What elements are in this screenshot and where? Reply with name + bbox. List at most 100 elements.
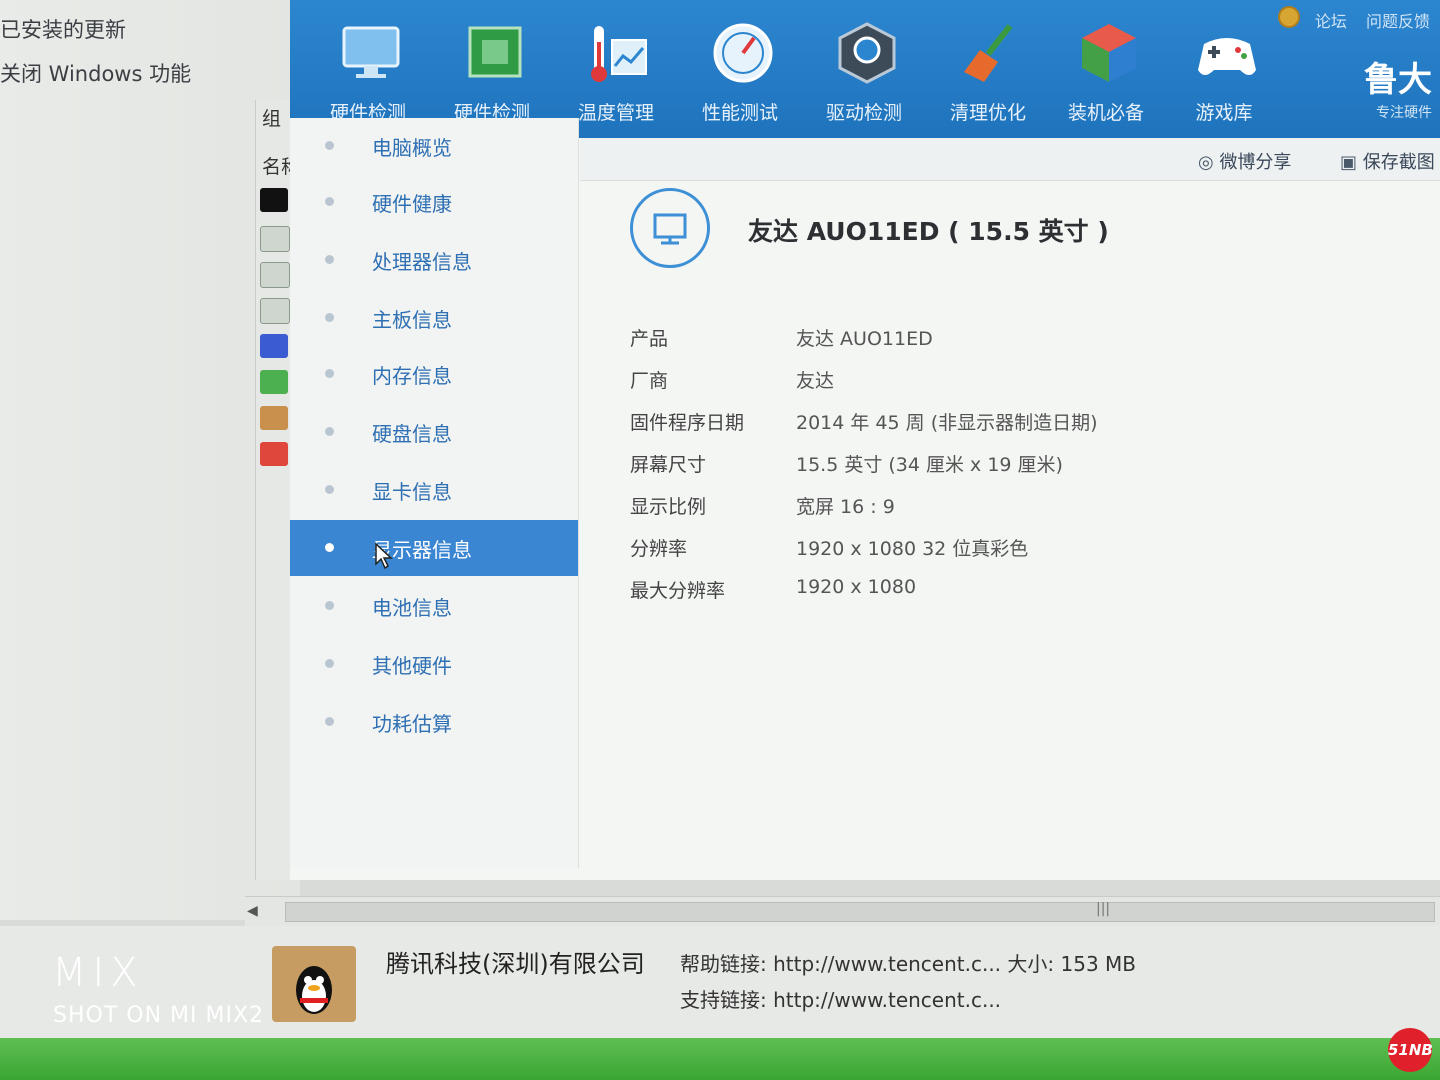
bullet-icon bbox=[325, 427, 334, 436]
installed-updates-link[interactable]: 已安装的更新 bbox=[0, 14, 126, 44]
toolbar-hardware-detect[interactable]: 硬件检测 bbox=[308, 10, 428, 132]
toolbar-cleanup[interactable]: 清理优化 bbox=[928, 10, 1048, 132]
speedometer-icon bbox=[713, 23, 773, 83]
sidebar-item-monitor[interactable]: 显示器信息 bbox=[290, 520, 578, 576]
info-value: 1920 x 1080 32 位真彩色 bbox=[796, 538, 1029, 560]
gamepad-icon bbox=[1198, 38, 1256, 75]
feedback-link[interactable]: 问题反馈 bbox=[1366, 12, 1430, 31]
support-link-label: 支持链接: bbox=[680, 988, 767, 1012]
program-icon bbox=[260, 334, 288, 358]
camera-watermark-text: SHOT ON MI MIX2 bbox=[53, 1003, 265, 1028]
support-link-row: 支持链接: http://www.tencent.c... bbox=[680, 984, 1001, 1013]
toolbar-hardware-detect-2[interactable]: 硬件检测 bbox=[432, 10, 552, 132]
grip-icon: ||| bbox=[1096, 901, 1111, 917]
info-key: 显示比例 bbox=[630, 496, 707, 518]
info-value: 宽屏 16 : 9 bbox=[796, 496, 895, 518]
forum-link[interactable]: 论坛 bbox=[1315, 12, 1347, 31]
info-value: 友达 AUO11ED bbox=[796, 328, 933, 350]
chip-icon bbox=[468, 26, 522, 78]
weibo-share-button[interactable]: ◎ 微博分享 bbox=[1198, 148, 1291, 174]
sidebar-item-cpu[interactable]: 处理器信息 bbox=[290, 232, 578, 288]
support-link[interactable]: http://www.tencent.c... bbox=[773, 988, 1001, 1012]
info-row-firmware-date: 固件程序日期 2014 年 45 周 (非显示器制造日期) bbox=[630, 408, 1430, 448]
display-icon bbox=[653, 213, 687, 245]
driver-chip-icon bbox=[838, 22, 896, 84]
save-screenshot-button[interactable]: ▣ 保存截图 bbox=[1340, 148, 1435, 174]
info-key: 最大分辨率 bbox=[630, 580, 726, 602]
info-value: 友达 bbox=[796, 370, 835, 392]
info-value: 2014 年 45 周 (非显示器制造日期) bbox=[796, 412, 1098, 434]
program-icon bbox=[260, 442, 288, 466]
info-key: 固件程序日期 bbox=[630, 412, 745, 434]
program-icon bbox=[260, 188, 288, 212]
monitor-badge bbox=[630, 188, 710, 268]
sidebar-item-label: 显卡信息 bbox=[372, 480, 452, 504]
camera-watermark-brand: MIX bbox=[52, 950, 144, 996]
size-label: 大小: bbox=[1007, 952, 1055, 976]
horizontal-scrollbar[interactable]: ◀ ||| bbox=[245, 896, 1440, 928]
sidebar: 电脑概览 硬件健康 处理器信息 主板信息 内存信息 硬盘信息 显卡信息 显示器信… bbox=[290, 118, 579, 868]
thermometer-icon bbox=[591, 26, 647, 82]
program-icon bbox=[260, 370, 288, 394]
toolbar-performance[interactable]: 性能测试 bbox=[680, 10, 800, 132]
site-logo-icon: 51NB bbox=[1388, 1028, 1433, 1072]
sidebar-item-health[interactable]: 硬件健康 bbox=[290, 174, 578, 230]
sidebar-item-memory[interactable]: 内存信息 bbox=[290, 346, 578, 402]
info-key: 屏幕尺寸 bbox=[630, 454, 707, 476]
program-icon bbox=[260, 262, 290, 288]
program-icon bbox=[260, 406, 288, 430]
toolbar-driver[interactable]: 驱动检测 bbox=[804, 10, 924, 132]
bullet-icon bbox=[325, 543, 334, 552]
bullet-icon bbox=[325, 197, 334, 206]
info-row-resolution: 分辨率 1920 x 1080 32 位真彩色 bbox=[630, 534, 1430, 574]
sidebar-item-label: 内存信息 bbox=[372, 364, 452, 388]
toolbar-game-library[interactable]: 游戏库 bbox=[1164, 10, 1284, 132]
help-link-row: 帮助链接: http://www.tencent.c... 大小: 153 MB bbox=[680, 948, 1136, 977]
sidebar-item-motherboard[interactable]: 主板信息 bbox=[290, 290, 578, 346]
info-row-product: 产品 友达 AUO11ED bbox=[630, 324, 1430, 364]
info-row-aspect-ratio: 显示比例 宽屏 16 : 9 bbox=[630, 492, 1430, 532]
taskbar bbox=[0, 1038, 1440, 1080]
info-key: 分辨率 bbox=[630, 538, 688, 560]
save-screenshot-label: 保存截图 bbox=[1362, 152, 1435, 173]
toolbar-label: 性能测试 bbox=[701, 102, 778, 124]
info-value: 15.5 英寸 (34 厘米 x 19 厘米) bbox=[796, 454, 1063, 476]
scroll-left-icon[interactable]: ◀ bbox=[247, 903, 258, 919]
help-link[interactable]: http://www.tencent.c... bbox=[773, 952, 1001, 976]
sidebar-item-label: 硬件健康 bbox=[372, 192, 452, 216]
mouse-cursor-icon bbox=[375, 542, 393, 570]
sidebar-item-other[interactable]: 其他硬件 bbox=[290, 636, 578, 692]
sidebar-item-disk[interactable]: 硬盘信息 bbox=[290, 404, 578, 460]
toolbar-temperature[interactable]: 温度管理 bbox=[556, 10, 676, 132]
camera-icon: ▣ bbox=[1340, 152, 1363, 173]
monitor-title: 友达 AUO11ED ( 15.5 英寸 ) bbox=[748, 217, 1109, 246]
sidebar-item-battery[interactable]: 电池信息 bbox=[290, 578, 578, 634]
bullet-icon bbox=[325, 717, 334, 726]
help-link-label: 帮助链接: bbox=[680, 952, 767, 976]
sidebar-item-label: 电脑概览 bbox=[372, 136, 452, 160]
sidebar-item-label: 处理器信息 bbox=[372, 250, 472, 274]
organize-button[interactable]: 组 bbox=[262, 104, 281, 131]
info-row-vendor: 厂商 友达 bbox=[630, 366, 1430, 406]
info-key: 产品 bbox=[630, 328, 669, 350]
windows-features-link[interactable]: 关闭 Windows 功能 bbox=[0, 58, 191, 88]
info-row-screen-size: 屏幕尺寸 15.5 英寸 (34 厘米 x 19 厘米) bbox=[630, 450, 1430, 490]
info-value: 1920 x 1080 bbox=[796, 576, 917, 598]
toolbar-label: 装机必备 bbox=[1067, 102, 1144, 124]
sidebar-item-power[interactable]: 功耗估算 bbox=[290, 694, 578, 750]
toolbar-essentials[interactable]: 装机必备 bbox=[1046, 10, 1166, 132]
bullet-icon bbox=[325, 141, 334, 150]
bullet-icon bbox=[325, 601, 334, 610]
cube-icon bbox=[1082, 24, 1136, 82]
sidebar-item-label: 其他硬件 bbox=[372, 654, 452, 678]
sidebar-item-overview[interactable]: 电脑概览 bbox=[290, 118, 578, 174]
info-row-max-resolution: 最大分辨率 1920 x 1080 bbox=[630, 576, 1430, 616]
weibo-icon: ◎ bbox=[1198, 152, 1220, 173]
bullet-icon bbox=[325, 659, 334, 668]
brand-logo-text: 鲁大 bbox=[1364, 60, 1432, 100]
bullet-icon bbox=[325, 369, 334, 378]
scrollbar-thumb[interactable]: ||| bbox=[285, 901, 1435, 922]
bullet-icon bbox=[325, 255, 334, 264]
sidebar-item-label: 电池信息 bbox=[372, 596, 452, 620]
sidebar-item-gpu[interactable]: 显卡信息 bbox=[290, 462, 578, 518]
